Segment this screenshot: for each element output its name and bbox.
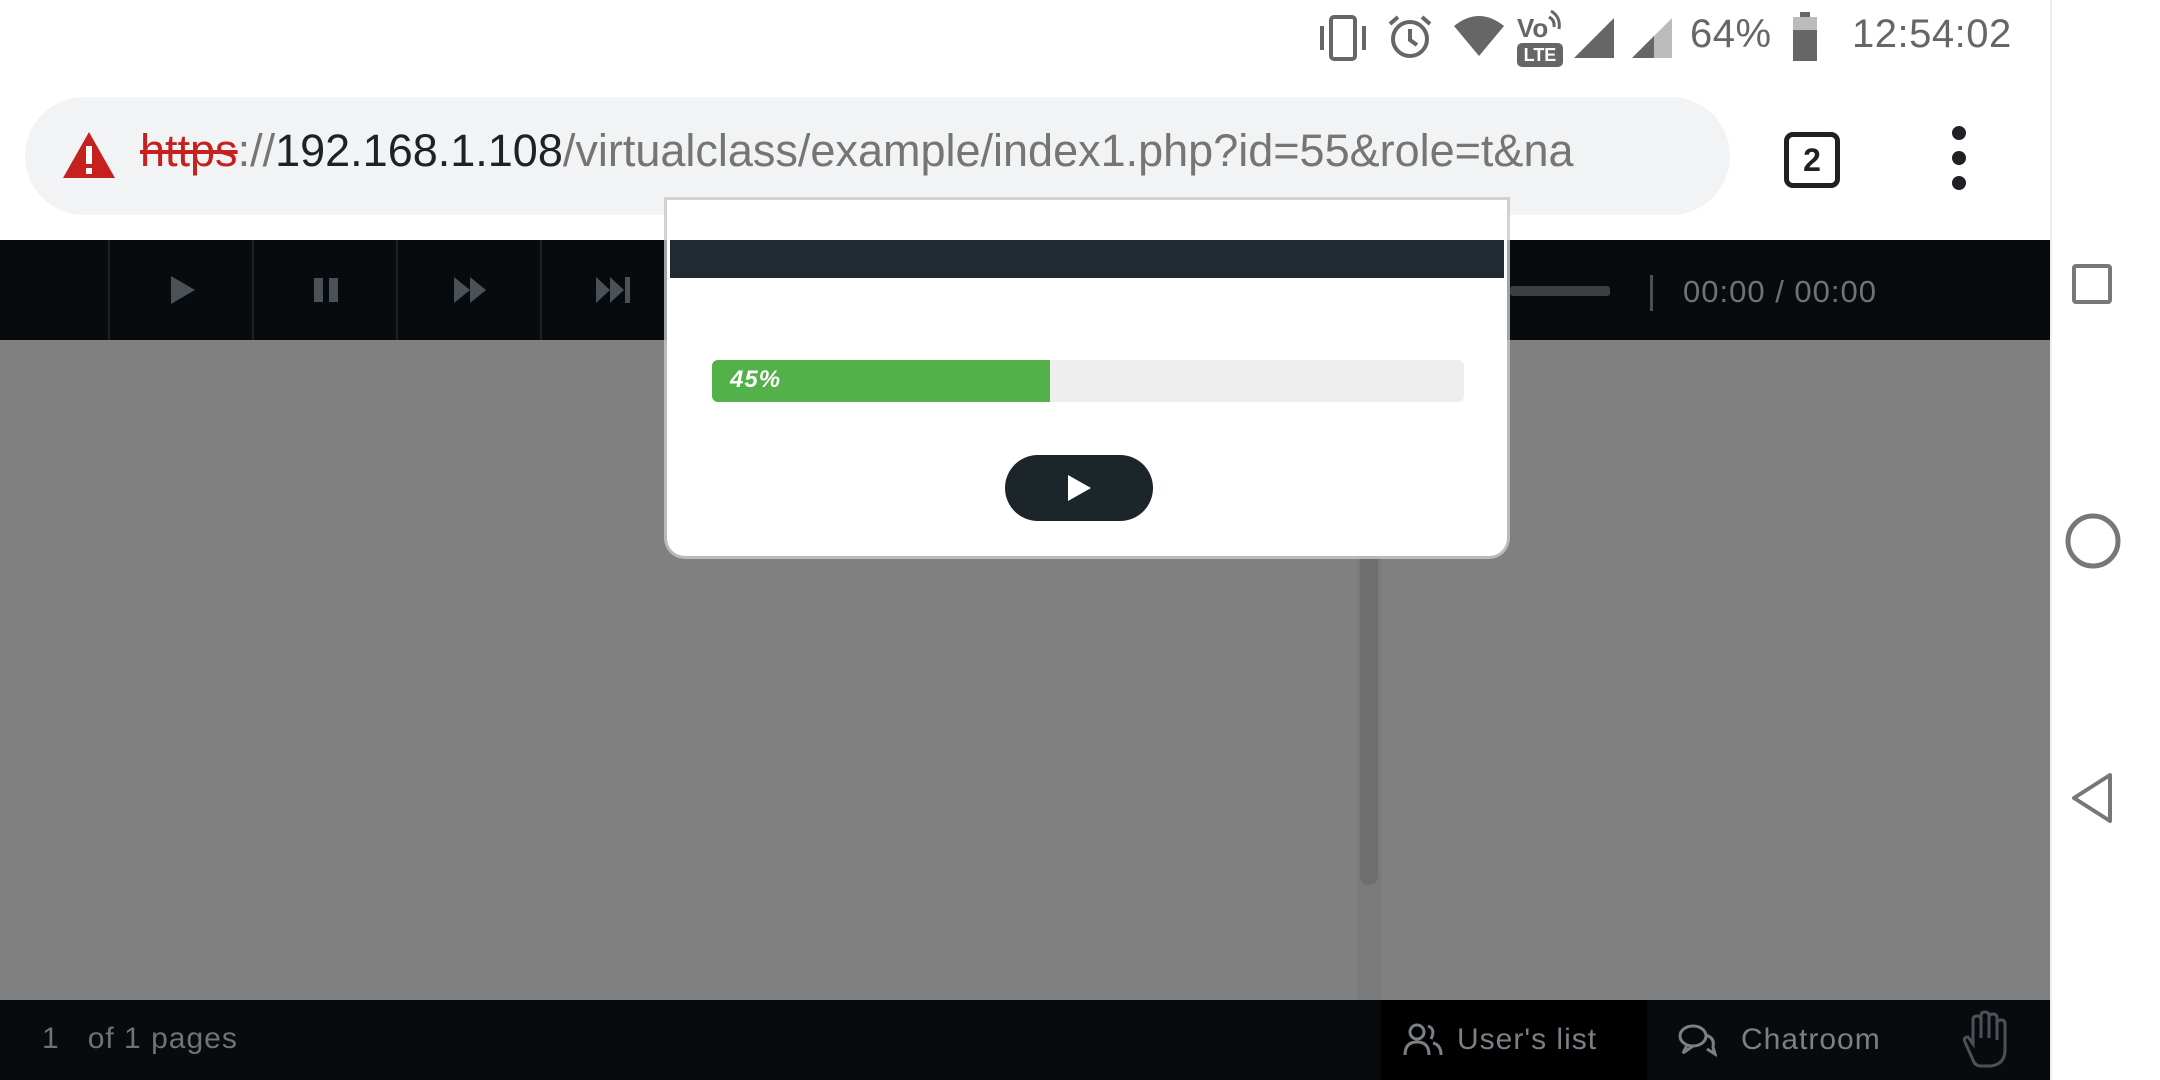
back-icon[interactable] [2070,772,2114,824]
status-bar: Vo LTE 64% 12:54:02 [0,0,2050,80]
toolbar-divider [1650,275,1653,311]
url-text[interactable]: https://192.168.1.108/virtualclass/examp… [140,125,1710,177]
url-separator: :// [237,125,276,176]
raise-hand-icon[interactable] [1955,1010,2015,1070]
address-bar[interactable]: https://192.168.1.108/virtualclass/examp… [25,97,1730,215]
play-icon [171,276,195,304]
scrollbar-thumb[interactable] [1360,520,1378,885]
users-icon [1403,1023,1443,1056]
users-tab-label: User's list [1457,1023,1598,1056]
dialog-play-button[interactable] [1005,455,1153,521]
vibrate-icon [1320,15,1366,61]
page-indicator: 1 of 1 pages [42,1022,238,1056]
lte-badge: LTE [1517,43,1563,67]
tab-chatroom[interactable]: Chatroom [1647,1000,1927,1080]
play-button[interactable] [108,240,254,340]
tab-users-list[interactable]: User's list [1381,1000,1647,1080]
wifi-icon [1454,16,1504,56]
dialog-header [670,240,1504,278]
url-host: 192.168.1.108 [275,125,563,176]
chatroom-tab-label: Chatroom [1741,1023,1881,1056]
seek-bar[interactable] [1510,286,1610,296]
url-scheme: https [140,125,238,176]
chat-icon [1678,1024,1717,1057]
play-icon [1068,475,1091,501]
skip-end-button[interactable] [540,240,686,340]
progress-bar: 45% [712,360,1464,402]
recents-icon[interactable] [2070,262,2114,306]
bottom-bar: 1 of 1 pages User's list Chatroom [0,1000,2050,1080]
playback-time: 00:00 / 00:00 [1683,274,1877,309]
system-nav-bar [2050,0,2160,1080]
tab-switcher-button[interactable]: 2 [1784,132,1840,188]
skip-end-icon [596,277,630,303]
volte-icon: Vo LTE [1515,5,1565,71]
alarm-icon [1388,15,1432,58]
page-number: 1 [42,1022,60,1055]
page-suffix: of 1 pages [87,1022,238,1055]
battery-percent: 64% [1690,12,1772,56]
fast-forward-icon [454,277,486,303]
warning-icon[interactable] [61,130,117,180]
signal-icon [1632,18,1672,58]
battery-icon [1793,12,1817,61]
pause-button[interactable] [252,240,398,340]
more-vert-icon[interactable] [1952,126,1966,190]
fast-forward-button[interactable] [396,240,542,340]
url-path: /virtualclass/example/index1.php?id=55&r… [562,125,1574,176]
svg-text:Vo: Vo [1517,13,1548,43]
progress-label: 45% [730,366,782,393]
pause-icon [314,278,338,302]
signal-icon [1574,18,1614,58]
status-time: 12:54:02 [1852,12,2012,56]
home-icon[interactable] [2064,512,2122,570]
